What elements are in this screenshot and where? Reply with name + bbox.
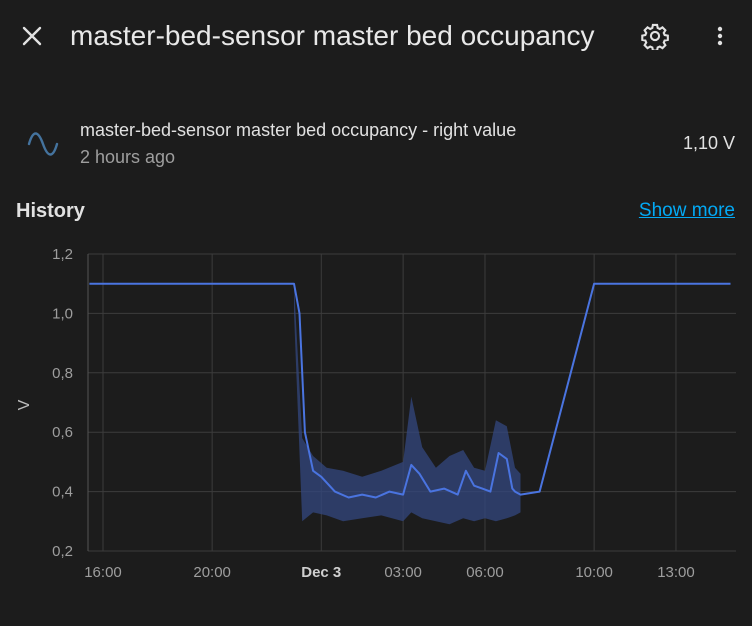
- y-axis-label: V: [16, 399, 33, 410]
- x-tick-label: Dec 3: [301, 564, 341, 581]
- x-tick-label: 20:00: [193, 564, 231, 581]
- y-tick-label: 0,6: [52, 424, 73, 441]
- more-menu-button[interactable]: [704, 19, 736, 53]
- settings-button[interactable]: [638, 19, 672, 53]
- y-axis-ticks: 1,2 1,0 0,8 0,6 0,4 0,2: [52, 246, 73, 560]
- x-tick-label: 13:00: [657, 564, 695, 581]
- y-tick-label: 0,2: [52, 543, 73, 560]
- history-title: History: [16, 200, 85, 222]
- entity-value: 1,10 V: [682, 133, 735, 153]
- x-tick-label: 16:00: [84, 564, 122, 581]
- min-max-band-area: [294, 283, 521, 525]
- x-tick-label: 06:00: [466, 564, 504, 581]
- gear-icon: [641, 23, 669, 50]
- x-tick-label: 10:00: [575, 564, 613, 581]
- more-vertical-icon: [717, 26, 723, 46]
- close-icon: [22, 26, 42, 46]
- min-max-band: [294, 283, 521, 525]
- x-axis-ticks: 16:00 20:00 Dec 3 03:00 06:00 10:00 13:00: [84, 564, 695, 581]
- history-chart[interactable]: 1,2 1,0 0,8 0,6 0,4 0,2 16:00 20:00 Dec 3 03:00 0…: [0, 236, 752, 596]
- dialog-header: master-bed-sensor master bed occupancy: [0, 0, 752, 72]
- x-tick-label: 03:00: [384, 564, 422, 581]
- y-tick-label: 0,4: [52, 484, 73, 501]
- last-changed: 2 hours ago: [80, 147, 176, 167]
- entity-name: master-bed-sensor master bed occupancy -…: [80, 120, 517, 140]
- show-more-link[interactable]: Show more: [639, 199, 735, 223]
- y-tick-label: 0,8: [52, 365, 73, 382]
- y-tick-label: 1,0: [52, 305, 73, 322]
- close-button[interactable]: [16, 20, 48, 52]
- sine-wave-icon: [27, 132, 59, 156]
- y-tick-label: 1,2: [52, 246, 73, 263]
- entity-state-row: master-bed-sensor master bed occupancy -…: [0, 112, 752, 174]
- dialog-title: master-bed-sensor master bed occupancy: [70, 20, 595, 51]
